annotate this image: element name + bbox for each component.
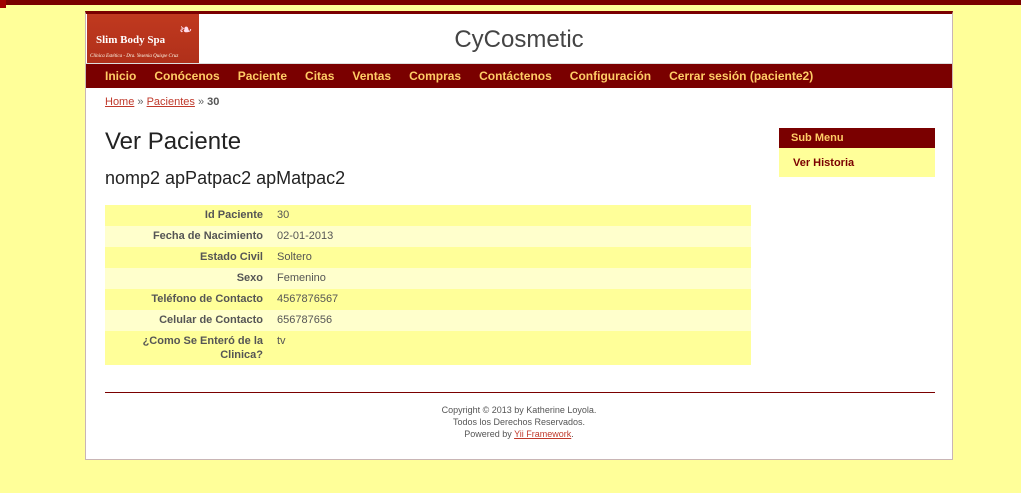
header: Slim Body Spa Clínica Estética - Dra. Ye… <box>86 14 952 64</box>
detail-row: Sexo Femenino <box>105 268 751 289</box>
footer-powered: Powered by Yii Framework. <box>86 428 952 440</box>
powered-suffix: . <box>571 429 574 439</box>
detail-label: Fecha de Nacimiento <box>152 230 263 242</box>
detail-value: tv <box>277 335 286 347</box>
detail-row: Id Paciente 30 <box>105 205 751 226</box>
ver-historia-link[interactable]: Ver Historia <box>793 157 854 169</box>
breadcrumb-current: 30 <box>207 96 220 108</box>
detail-label: Celular de Contacto <box>159 314 263 326</box>
powered-prefix: Powered by <box>464 429 512 439</box>
breadcrumb-separator: » <box>137 96 144 108</box>
detail-row: ¿Como Se Enteró de la Clinica? tv <box>105 331 751 365</box>
detail-value: 02-01-2013 <box>277 230 334 242</box>
breadcrumb-separator: » <box>197 96 205 108</box>
detail-value: 4567876567 <box>277 293 339 305</box>
patient-name: nomp2 apPatpac2 apMatpac2 <box>105 168 346 188</box>
logo-subtitle: Clínica Estética - Dra. Yesenia Quispe C… <box>90 54 179 59</box>
footer: Copyright © 2013 by Katherine Loyola. To… <box>86 404 952 440</box>
detail-label: ¿Como Se Enteró de la Clinica? <box>142 335 263 361</box>
nav-item-contactenos[interactable]: Contáctenos <box>479 69 552 83</box>
breadcrumb-pacientes-link[interactable]: Pacientes <box>147 96 195 108</box>
nav-item-citas[interactable]: Citas <box>305 69 334 83</box>
nav-item-inicio[interactable]: Inicio <box>105 69 136 83</box>
detail-label: Id Paciente <box>204 209 263 221</box>
detail-row: Fecha de Nacimiento 02-01-2013 <box>105 226 751 247</box>
page-container: Slim Body Spa Clínica Estética - Dra. Ye… <box>85 11 953 460</box>
top-corner-accent <box>0 0 6 8</box>
detail-row: Estado Civil Soltero <box>105 247 751 268</box>
nav-item-conocenos[interactable]: Conócenos <box>154 69 219 83</box>
detail-label: Sexo <box>236 272 263 284</box>
breadcrumb-home-link[interactable]: Home <box>105 96 134 108</box>
main-nav: Inicio Conócenos Paciente Citas Ventas C… <box>86 64 952 88</box>
detail-label: Estado Civil <box>200 251 263 263</box>
site-title: CyCosmetic <box>454 26 584 53</box>
detail-value: 30 <box>277 209 290 221</box>
submenu-body: Ver Historia <box>779 148 935 177</box>
detail-row: Teléfono de Contacto 4567876567 <box>105 289 751 310</box>
footer-copyright: Copyright © 2013 by Katherine Loyola. <box>441 405 597 415</box>
nav-item-paciente[interactable]: Paciente <box>238 69 287 83</box>
footer-rights: Todos los Derechos Reservados. <box>452 417 586 427</box>
nav-item-ventas[interactable]: Ventas <box>352 69 391 83</box>
nav-item-compras[interactable]: Compras <box>409 69 461 83</box>
detail-value: Femenino <box>277 272 326 284</box>
sidebar-submenu: Sub Menu Ver Historia <box>779 128 935 177</box>
patient-detail-table: Id Paciente 30 Fecha de Nacimiento 02-01… <box>105 205 751 365</box>
nav-item-configuracion[interactable]: Configuración <box>570 69 651 83</box>
detail-label: Teléfono de Contacto <box>151 293 263 305</box>
top-border-bar <box>0 0 1021 5</box>
detail-row: Celular de Contacto 656787656 <box>105 310 751 331</box>
yii-framework-link[interactable]: Yii Framework <box>514 429 571 439</box>
nav-item-logout[interactable]: Cerrar sesión (paciente2) <box>669 69 813 83</box>
page-title: Ver Paciente <box>105 128 242 155</box>
submenu-title: Sub Menu <box>779 128 935 148</box>
detail-value: Soltero <box>277 251 312 263</box>
footer-divider <box>105 392 935 393</box>
breadcrumb: Home » Pacientes » 30 <box>105 96 219 108</box>
detail-value: 656787656 <box>277 314 333 326</box>
